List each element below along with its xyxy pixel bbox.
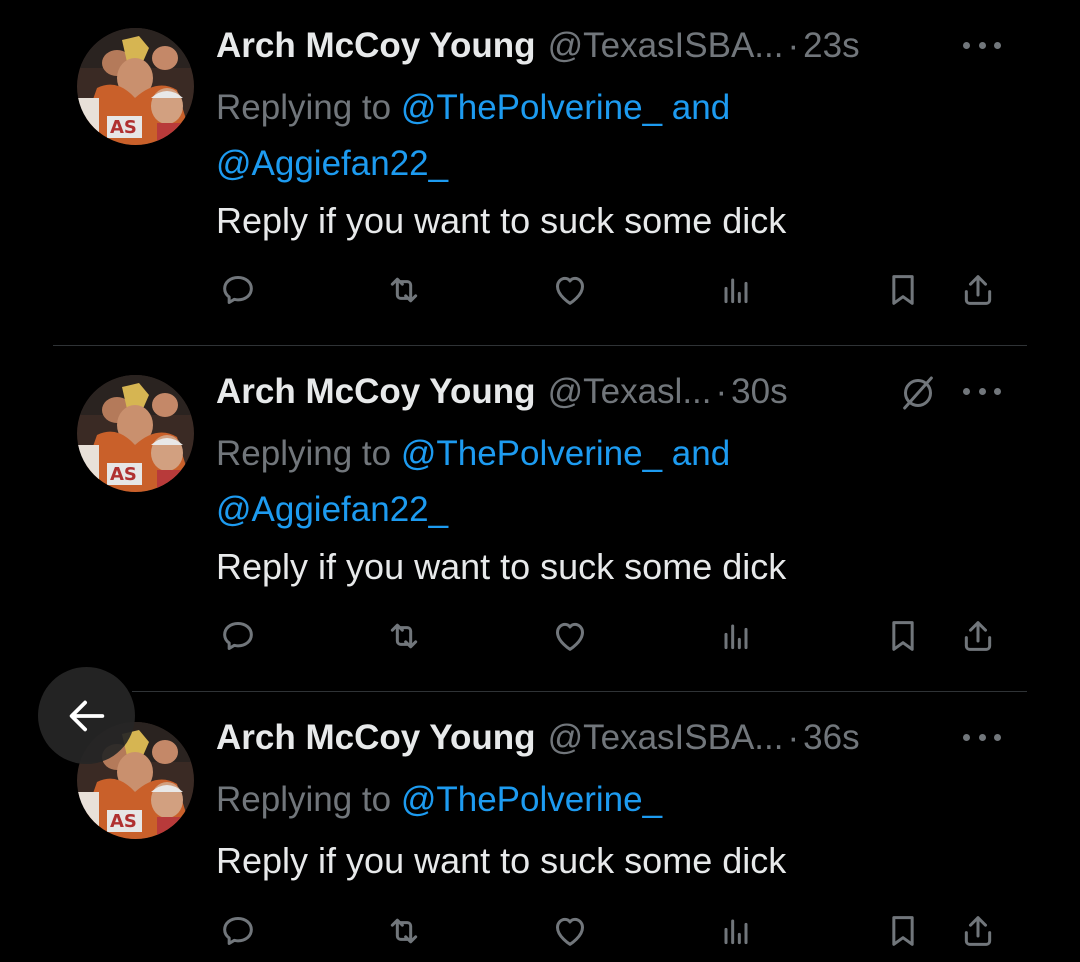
bookmark-icon[interactable] <box>881 612 925 660</box>
separator: · <box>787 718 800 757</box>
timestamp[interactable]: 23s <box>803 26 859 66</box>
reply-mentions[interactable]: @ThePolverine_ <box>401 780 662 819</box>
avatar-image <box>77 28 194 145</box>
retweet-icon[interactable] <box>382 907 426 955</box>
tweet-header: Arch McCoy Young @Texasl... · 30s <box>216 368 788 416</box>
replying-to: Replying to @ThePolverine_ and @Aggiefan… <box>216 426 916 538</box>
share-icon[interactable] <box>956 266 1000 314</box>
share-icon[interactable] <box>956 907 1000 955</box>
reply-icon[interactable] <box>216 907 260 955</box>
like-icon[interactable] <box>548 612 592 660</box>
separator: · <box>787 26 800 65</box>
retweet-icon[interactable] <box>382 266 426 314</box>
replying-to: Replying to @ThePolverine_ and @Aggiefan… <box>216 80 916 192</box>
action-bar <box>0 907 1080 957</box>
timestamp[interactable]: 36s <box>803 718 859 758</box>
replying-prefix: Replying to <box>216 780 401 819</box>
avatar[interactable] <box>77 28 194 145</box>
tweet-text: Reply if you want to suck some dick <box>216 840 787 881</box>
more-options-icon[interactable] <box>963 33 1001 57</box>
views-icon[interactable] <box>714 612 758 660</box>
user-handle[interactable]: @Texasl... <box>548 372 712 412</box>
user-handle[interactable]: @TexasISBA... <box>548 718 784 758</box>
display-name[interactable]: Arch McCoy Young <box>216 718 536 758</box>
like-icon[interactable] <box>548 266 592 314</box>
tweet-header: Arch McCoy Young @TexasISBA... · 36s <box>216 714 860 762</box>
reply-icon[interactable] <box>216 266 260 314</box>
views-icon[interactable] <box>714 907 758 955</box>
retweet-icon[interactable] <box>382 612 426 660</box>
views-icon[interactable] <box>714 266 758 314</box>
action-bar <box>0 612 1080 662</box>
replying-prefix: Replying to <box>216 434 401 473</box>
more-options-icon[interactable] <box>963 379 1001 403</box>
reply-icon[interactable] <box>216 612 260 660</box>
replying-prefix: Replying to <box>216 88 401 127</box>
replying-to: Replying to @ThePolverine_ <box>216 772 916 828</box>
tweet-text: Reply if you want to suck some dick <box>216 546 787 587</box>
back-arrow-icon <box>69 700 104 731</box>
display-name[interactable]: Arch McCoy Young <box>216 372 536 412</box>
avatar-image <box>77 375 194 492</box>
more-options-icon[interactable] <box>963 725 1001 749</box>
like-icon[interactable] <box>548 907 592 955</box>
share-icon[interactable] <box>956 612 1000 660</box>
back-button[interactable] <box>38 667 135 764</box>
grok-icon[interactable] <box>898 373 938 413</box>
timestamp[interactable]: 30s <box>731 372 787 412</box>
avatar[interactable] <box>77 375 194 492</box>
display-name[interactable]: Arch McCoy Young <box>216 26 536 66</box>
tweet[interactable]: Arch McCoy Young @TexasISBA... · 36s Rep… <box>0 692 1080 962</box>
user-handle[interactable]: @TexasISBA... <box>548 26 784 66</box>
bookmark-icon[interactable] <box>881 907 925 955</box>
tweet[interactable]: Arch McCoy Young @Texasl... · 30s Replyi… <box>0 346 1080 691</box>
tweet-header: Arch McCoy Young @TexasISBA... · 23s <box>216 22 860 70</box>
action-bar <box>0 266 1080 316</box>
bookmark-icon[interactable] <box>881 266 925 314</box>
tweet-text: Reply if you want to suck some dick <box>216 200 787 241</box>
separator: · <box>715 372 728 411</box>
tweet[interactable]: Arch McCoy Young @TexasISBA... · 23s Rep… <box>0 0 1080 345</box>
